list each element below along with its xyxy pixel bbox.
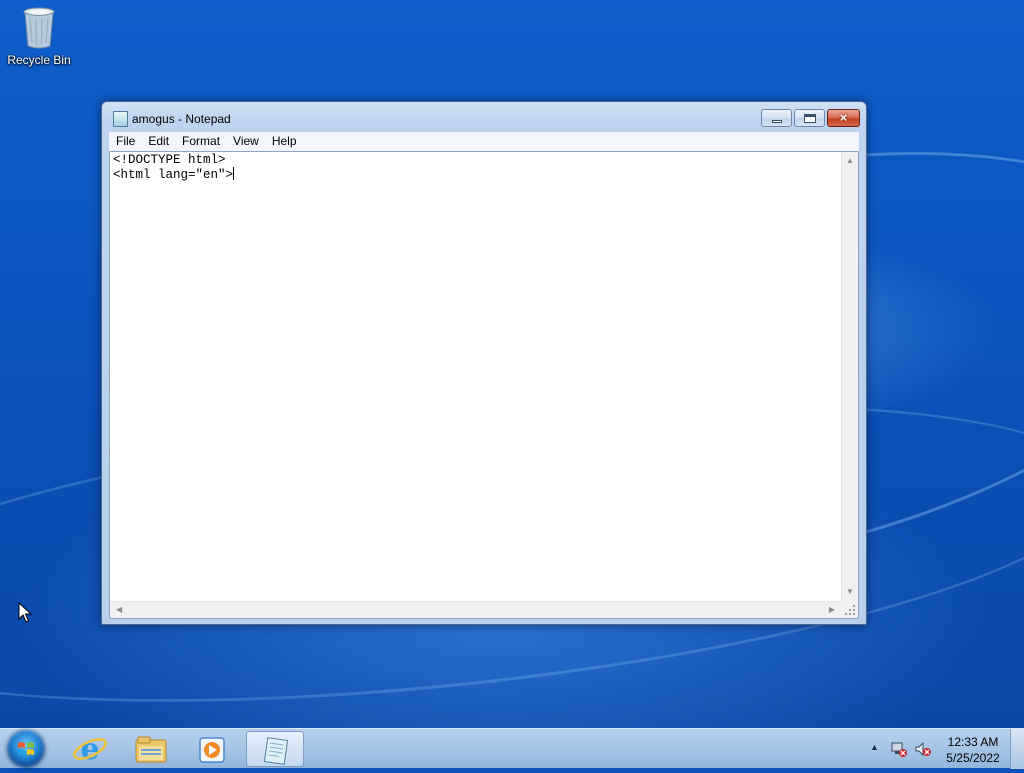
close-icon: × <box>839 110 848 125</box>
size-grip-icon <box>845 605 855 615</box>
menu-format[interactable]: Format <box>175 132 226 151</box>
file-explorer-icon <box>135 736 167 763</box>
clock-time: 12:33 AM <box>947 735 999 749</box>
windows-start-icon <box>18 742 34 755</box>
mouse-pointer-icon <box>18 601 33 629</box>
minimize-button[interactable] <box>761 109 792 127</box>
internet-explorer-icon: e <box>73 732 107 767</box>
desktop-icon-recycle-bin[interactable]: Recycle Bin <box>6 6 72 67</box>
menu-bar: File Edit Format View Help <box>109 132 859 152</box>
text-caret <box>233 167 235 180</box>
windows-media-player-icon <box>199 737 225 763</box>
notepad-icon <box>113 111 128 127</box>
clock[interactable]: 12:33 AM 5/25/2022 <box>942 734 1004 766</box>
close-button[interactable]: × <box>827 109 860 127</box>
scroll-right-arrow-icon[interactable]: ▶ <box>829 606 835 614</box>
network-error-icon[interactable] <box>890 740 908 758</box>
taskbar-internet-explorer[interactable]: e <box>61 731 119 767</box>
clock-date: 5/25/2022 <box>946 751 1000 765</box>
volume-muted-icon[interactable] <box>914 740 932 758</box>
menu-file[interactable]: File <box>109 132 141 151</box>
svg-text:e: e <box>80 732 99 767</box>
scroll-left-arrow-icon[interactable]: ◀ <box>116 606 122 614</box>
scroll-down-arrow-icon[interactable]: ▼ <box>846 588 854 596</box>
title-bar[interactable]: amogus - Notepad × <box>102 102 866 132</box>
show-hidden-icons-icon[interactable]: ▲ <box>870 742 879 752</box>
show-desktop-button[interactable] <box>1010 729 1024 769</box>
menu-view[interactable]: View <box>226 132 265 151</box>
text-line: <html lang="en"> <box>113 168 234 182</box>
start-button[interactable] <box>7 730 45 768</box>
maximize-button[interactable] <box>794 109 825 127</box>
desktop[interactable]: Recycle Bin amogus - Notepad × File Edit F… <box>0 0 1024 728</box>
scroll-up-arrow-icon[interactable]: ▲ <box>846 157 854 165</box>
maximize-icon <box>804 114 816 123</box>
menu-edit[interactable]: Edit <box>141 132 175 151</box>
menu-help[interactable]: Help <box>265 132 303 151</box>
taskbar-notepad[interactable] <box>246 731 304 767</box>
vertical-scrollbar[interactable]: ▲ ▼ <box>841 152 858 601</box>
notepad-icon <box>263 737 289 765</box>
taskbar-file-explorer[interactable] <box>122 731 180 767</box>
size-grip[interactable] <box>841 601 858 618</box>
recycle-bin-icon <box>22 6 56 50</box>
window-title: amogus - Notepad <box>132 112 231 126</box>
editor[interactable]: <!DOCTYPE html> <html lang="en"> ▲ ▼ ◀ ▶ <box>109 151 859 619</box>
minimize-icon <box>772 120 782 123</box>
text-line: <!DOCTYPE html> <box>113 153 226 167</box>
horizontal-scrollbar[interactable]: ◀ ▶ <box>110 601 841 618</box>
notepad-window[interactable]: amogus - Notepad × File Edit Format View Hel… <box>101 101 867 625</box>
text-line-with-caret: <html lang="en"> <box>113 167 838 182</box>
desktop-icon-label: Recycle Bin <box>7 53 71 67</box>
text-area[interactable]: <!DOCTYPE html> <html lang="en"> <box>113 154 838 599</box>
taskbar-windows-media-player[interactable] <box>183 731 241 767</box>
taskbar: e ▲ 12:33 AM 5/25/2022 <box>0 728 1024 769</box>
